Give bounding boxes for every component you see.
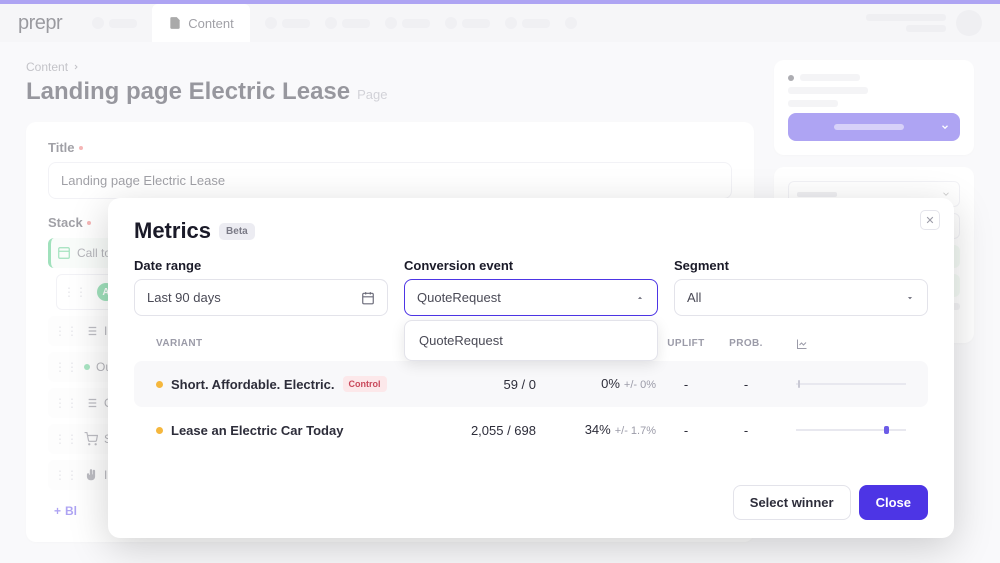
rate-value: 0% [601, 376, 620, 391]
dropdown-option[interactable]: QuoteRequest [409, 325, 653, 356]
table-row: Short. Affordable. Electric. Control 59 … [134, 361, 928, 407]
col-uplift: UPLIFT [656, 338, 716, 353]
segment-label: Segment [674, 258, 928, 273]
select-winner-button[interactable]: Select winner [733, 485, 851, 520]
variant-dot-icon [156, 381, 163, 388]
conversion-event-select[interactable]: QuoteRequest [404, 279, 658, 316]
uplift-value: - [656, 377, 716, 392]
col-prob: PROB. [716, 338, 776, 353]
sparkline [796, 424, 906, 436]
uplift-value: - [656, 423, 716, 438]
date-range-select[interactable]: Last 90 days [134, 279, 388, 316]
prob-value: - [716, 377, 776, 392]
prob-value: - [716, 423, 776, 438]
rate-value: 34% [585, 422, 611, 437]
beta-badge: Beta [219, 223, 255, 240]
metrics-modal: ✕ Metrics Beta Date range Last 90 days C… [108, 198, 954, 538]
rate-tolerance: +/- 0% [624, 379, 656, 391]
calendar-icon [361, 291, 375, 305]
col-variant: VARIANT [156, 338, 416, 353]
impr-value: 2,055 / 698 [416, 423, 536, 438]
variant-dot-icon [156, 427, 163, 434]
table-row: Lease an Electric Car Today 2,055 / 698 … [134, 407, 928, 453]
segment-select[interactable]: All [674, 279, 928, 316]
close-button[interactable]: Close [859, 485, 928, 520]
rate-tolerance: +/- 1.7% [615, 425, 656, 437]
conversion-event-label: Conversion event [404, 258, 658, 273]
sparkline [796, 378, 906, 390]
modal-title: Metrics [134, 218, 211, 244]
close-icon[interactable]: ✕ [920, 210, 940, 230]
col-chart-icon [776, 338, 906, 353]
date-range-label: Date range [134, 258, 388, 273]
variant-name: Short. Affordable. Electric. [171, 377, 335, 392]
conversion-event-dropdown: QuoteRequest [404, 320, 658, 361]
impr-value: 59 / 0 [416, 377, 536, 392]
caret-up-icon [635, 293, 645, 303]
variant-name: Lease an Electric Car Today [171, 423, 343, 438]
caret-down-icon [905, 293, 915, 303]
control-badge: Control [343, 376, 387, 392]
